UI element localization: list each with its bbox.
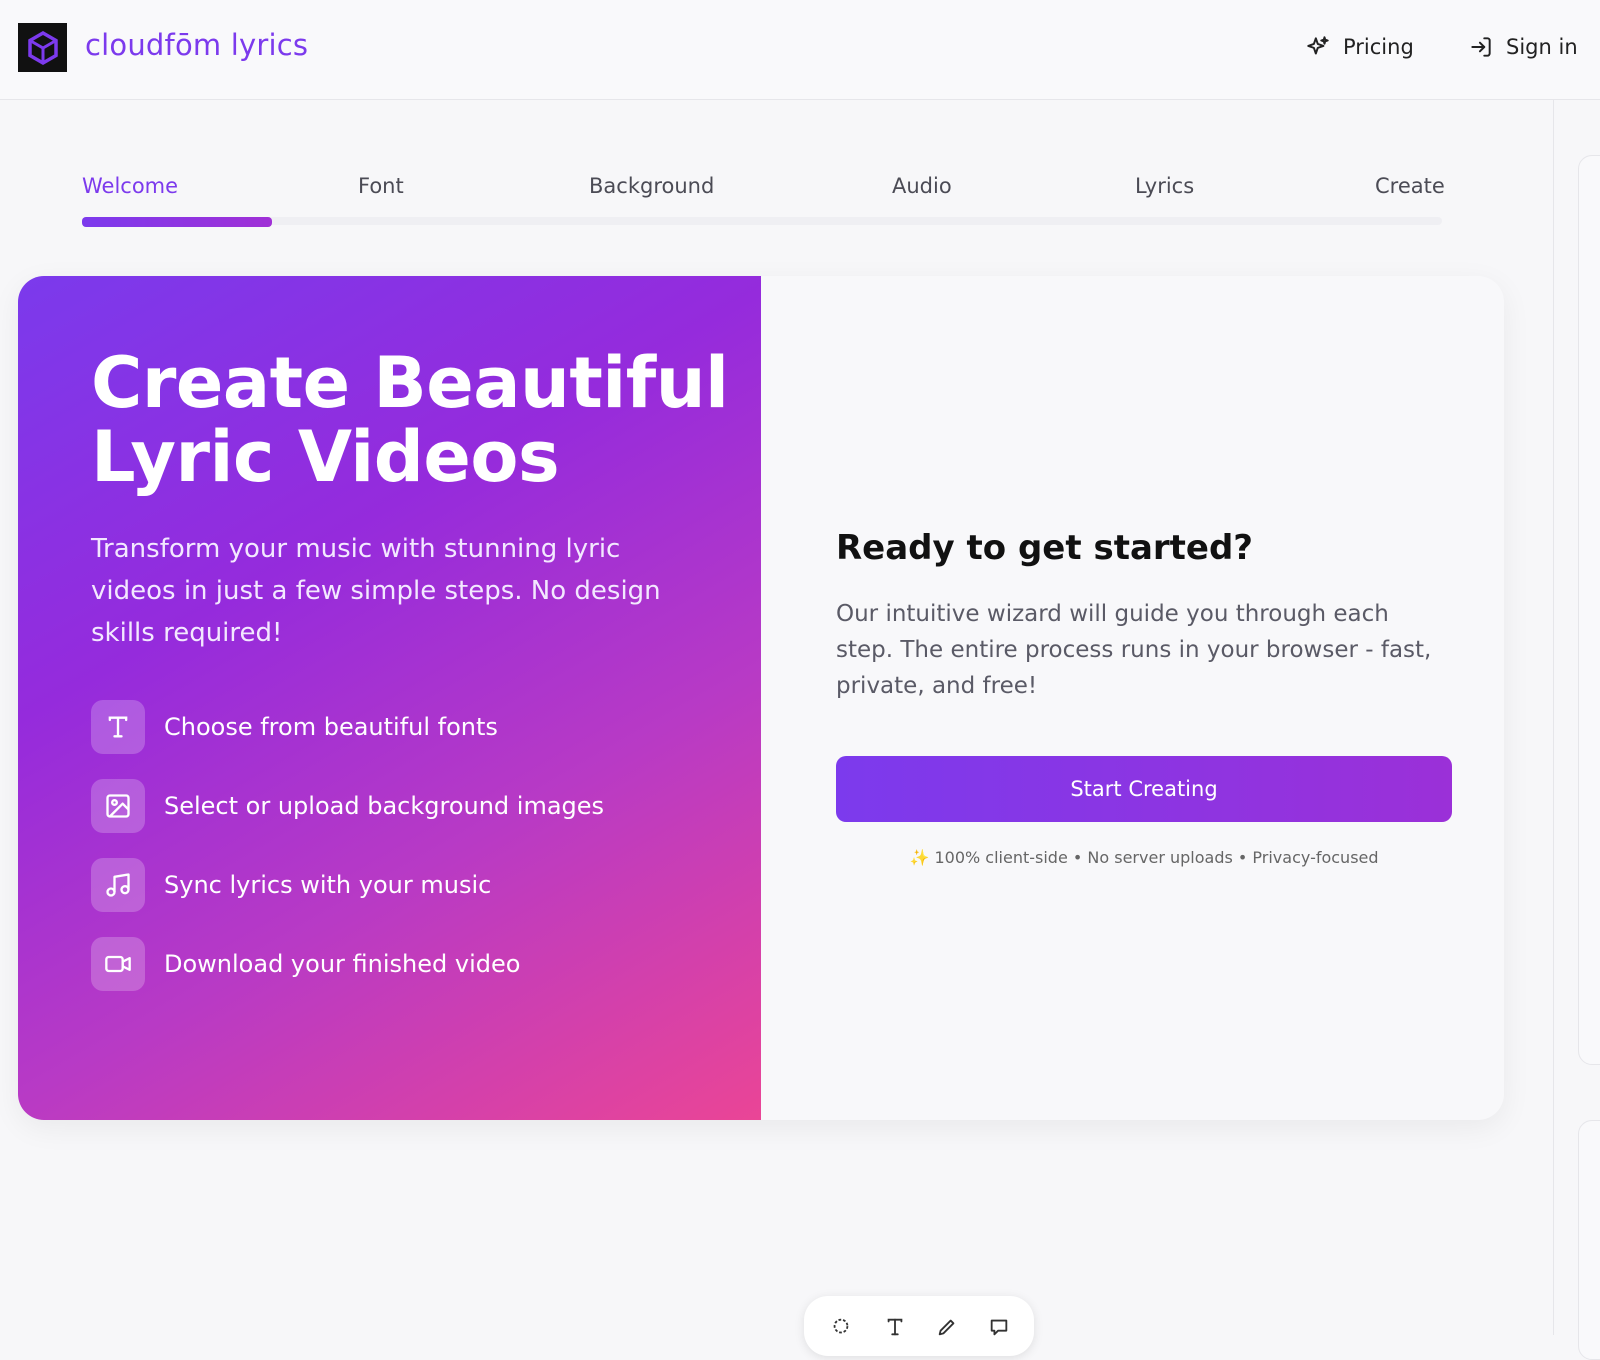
pencil-icon[interactable] — [934, 1314, 960, 1340]
feature-item: Choose from beautiful fonts — [91, 700, 498, 754]
feature-label: Sync lyrics with your music — [164, 871, 492, 899]
comment-icon[interactable] — [986, 1314, 1012, 1340]
progress-track — [82, 217, 1442, 225]
hero-title-line: Create Beautiful — [91, 342, 729, 424]
side-panel-card — [1578, 155, 1600, 1065]
brand-logo-icon[interactable] — [18, 23, 67, 72]
pricing-label: Pricing — [1343, 35, 1414, 59]
privacy-note: ✨ 100% client-side • No server uploads •… — [909, 848, 1379, 867]
feature-label: Choose from beautiful fonts — [164, 713, 498, 741]
music-icon — [91, 858, 145, 912]
wizard-steps: Welcome Font Background Audio Lyrics Cre… — [82, 160, 1445, 230]
side-panel-card — [1578, 1120, 1600, 1360]
progress-bar — [82, 217, 272, 227]
video-icon — [91, 937, 145, 991]
brand-name[interactable]: cloudfōm lyrics — [85, 28, 308, 62]
text-icon[interactable] — [882, 1314, 908, 1340]
lasso-icon[interactable] — [828, 1314, 854, 1340]
tab-audio[interactable]: Audio — [892, 174, 952, 198]
tab-background[interactable]: Background — [589, 174, 714, 198]
signin-label: Sign in — [1506, 35, 1578, 59]
panel-description: Our intuitive wizard will guide you thro… — [836, 601, 1432, 699]
sparkles-icon — [1305, 34, 1331, 60]
tab-create[interactable]: Create — [1375, 174, 1445, 198]
feature-item: Sync lyrics with your music — [91, 858, 491, 912]
panel-title: Ready to get started? — [836, 528, 1254, 568]
image-icon — [91, 779, 145, 833]
welcome-card: Create Beautiful Lyric Videos Transform … — [18, 276, 1504, 1120]
hero-title-line: Lyric Videos — [91, 416, 560, 498]
feature-label: Download your finished video — [164, 950, 521, 978]
annotation-toolbar — [804, 1296, 1034, 1356]
tab-welcome[interactable]: Welcome — [82, 174, 178, 198]
right-panel-divider — [1553, 100, 1554, 1335]
feature-item: Select or upload background images — [91, 779, 604, 833]
hero-subtitle: Transform your music with stunning lyric… — [91, 534, 661, 648]
type-icon — [91, 700, 145, 754]
hero-panel: Create Beautiful Lyric Videos Transform … — [18, 276, 761, 1120]
pricing-link[interactable]: Pricing — [1305, 30, 1414, 64]
start-creating-button[interactable]: Start Creating — [836, 756, 1452, 822]
tab-lyrics[interactable]: Lyrics — [1135, 174, 1194, 198]
top-bar: cloudfōm lyrics Pricing Sign in — [0, 0, 1600, 100]
signin-link[interactable]: Sign in — [1468, 30, 1578, 64]
tab-font[interactable]: Font — [358, 174, 404, 198]
feature-item: Download your finished video — [91, 937, 520, 991]
hero-title: Create Beautiful Lyric Videos — [91, 346, 731, 494]
feature-label: Select or upload background images — [164, 792, 605, 820]
login-icon — [1468, 34, 1494, 60]
